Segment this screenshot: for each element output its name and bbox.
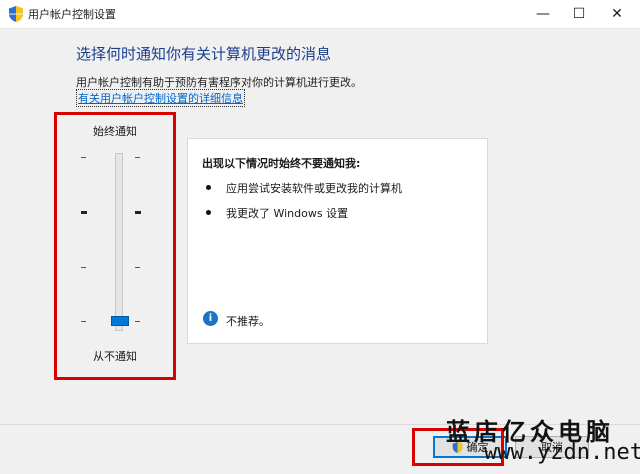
slider-bottom-label: 从不通知: [93, 350, 137, 363]
setting-description-panel: 出现以下情况时始终不要通知我: 应用尝试安装软件或更改我的计算机 我更改了 Wi…: [187, 138, 488, 344]
notification-slider-panel: 始终通知 从不通知: [54, 112, 176, 380]
minimize-button[interactable]: —: [526, 0, 560, 28]
title-bar: 用户帐户控制设置 — ☐ ✕: [0, 0, 640, 29]
slider-tick-right-1: [135, 157, 140, 158]
slider-tick-left-1: [81, 157, 86, 158]
watermark-url: www.yzdn.net: [484, 440, 640, 465]
page-heading: 选择何时通知你有关计算机更改的消息: [76, 45, 332, 63]
panel-heading: 出现以下情况时始终不要通知我:: [202, 157, 361, 170]
slider-tick-right-3: [135, 267, 140, 268]
uac-shield-icon: [9, 6, 23, 22]
details-link[interactable]: 有关用户帐户控制设置的详细信息: [76, 89, 245, 107]
close-button[interactable]: ✕: [600, 0, 634, 28]
close-icon: ✕: [611, 6, 623, 22]
slider-tick-left-3: [81, 267, 86, 268]
slider-tick-left-2: [81, 211, 87, 214]
bullet-icon: [206, 210, 211, 215]
window-title: 用户帐户控制设置: [28, 8, 116, 21]
maximize-icon: ☐: [572, 6, 586, 22]
bullet-item: 应用尝试安装软件或更改我的计算机: [226, 182, 402, 195]
slider-tick-right-4: [135, 321, 140, 322]
info-icon: i: [203, 311, 218, 326]
slider-track[interactable]: [115, 153, 123, 331]
slider-top-label: 始终通知: [93, 125, 137, 138]
maximize-button[interactable]: ☐: [562, 0, 596, 28]
not-recommended-note: 不推荐。: [226, 315, 270, 328]
slider-thumb[interactable]: [111, 316, 129, 326]
bullet-item: 我更改了 Windows 设置: [226, 207, 349, 220]
bullet-icon: [206, 185, 211, 190]
minimize-icon: —: [536, 6, 550, 22]
slider-tick-right-2: [135, 211, 141, 214]
slider-tick-left-4: [81, 321, 86, 322]
page-description: 用户帐户控制有助于预防有害程序对你的计算机进行更改。: [76, 76, 362, 89]
